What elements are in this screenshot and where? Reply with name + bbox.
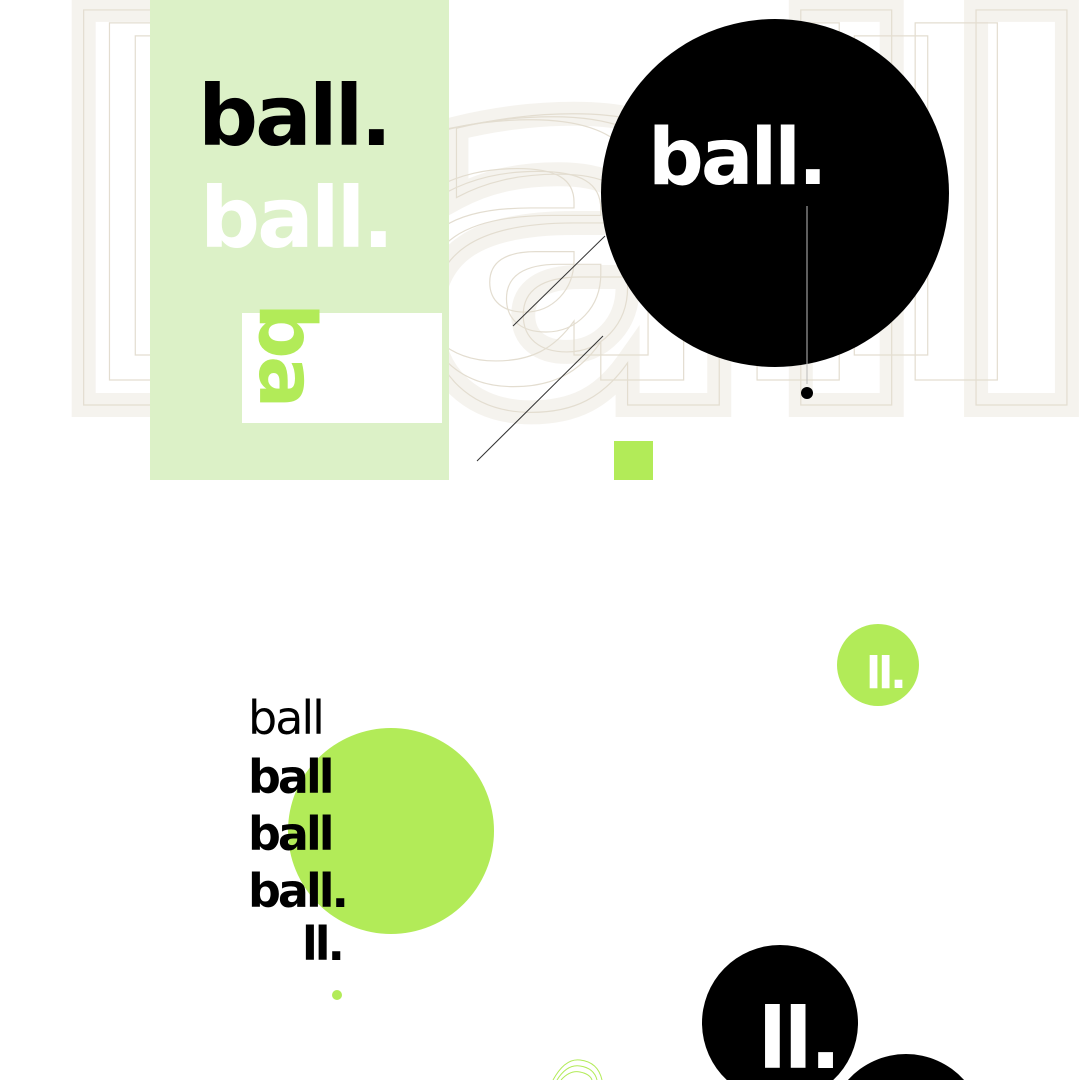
green-square <box>614 441 653 480</box>
stack-line-light: ball <box>248 691 323 745</box>
black-badge-text: ll. <box>758 990 839 1080</box>
small-black-dot <box>801 387 813 399</box>
stack-line-logo: ball. <box>248 864 346 918</box>
stack-line-bold: ball <box>248 750 332 804</box>
brand-board: ball ball ball ball ba ball. ball. ball.… <box>0 0 1080 1080</box>
logo-dark: ball. <box>198 67 389 165</box>
black-badge-circle <box>847 1054 965 1080</box>
green-outline-arcs <box>552 1059 603 1080</box>
stack-line-bold: ball <box>248 807 332 861</box>
brand-artwork: ball ball ball ball ba ball. ball. ball.… <box>28 0 1080 1080</box>
logo-on-black-circle: ball. <box>648 113 825 203</box>
small-green-dot <box>332 990 342 1000</box>
rotated-logo-fragment: ba <box>241 303 331 405</box>
green-badge-text: ll. <box>866 648 904 699</box>
stack-line-fragment: ll. <box>302 917 342 971</box>
logo-light: ball. <box>200 169 391 267</box>
